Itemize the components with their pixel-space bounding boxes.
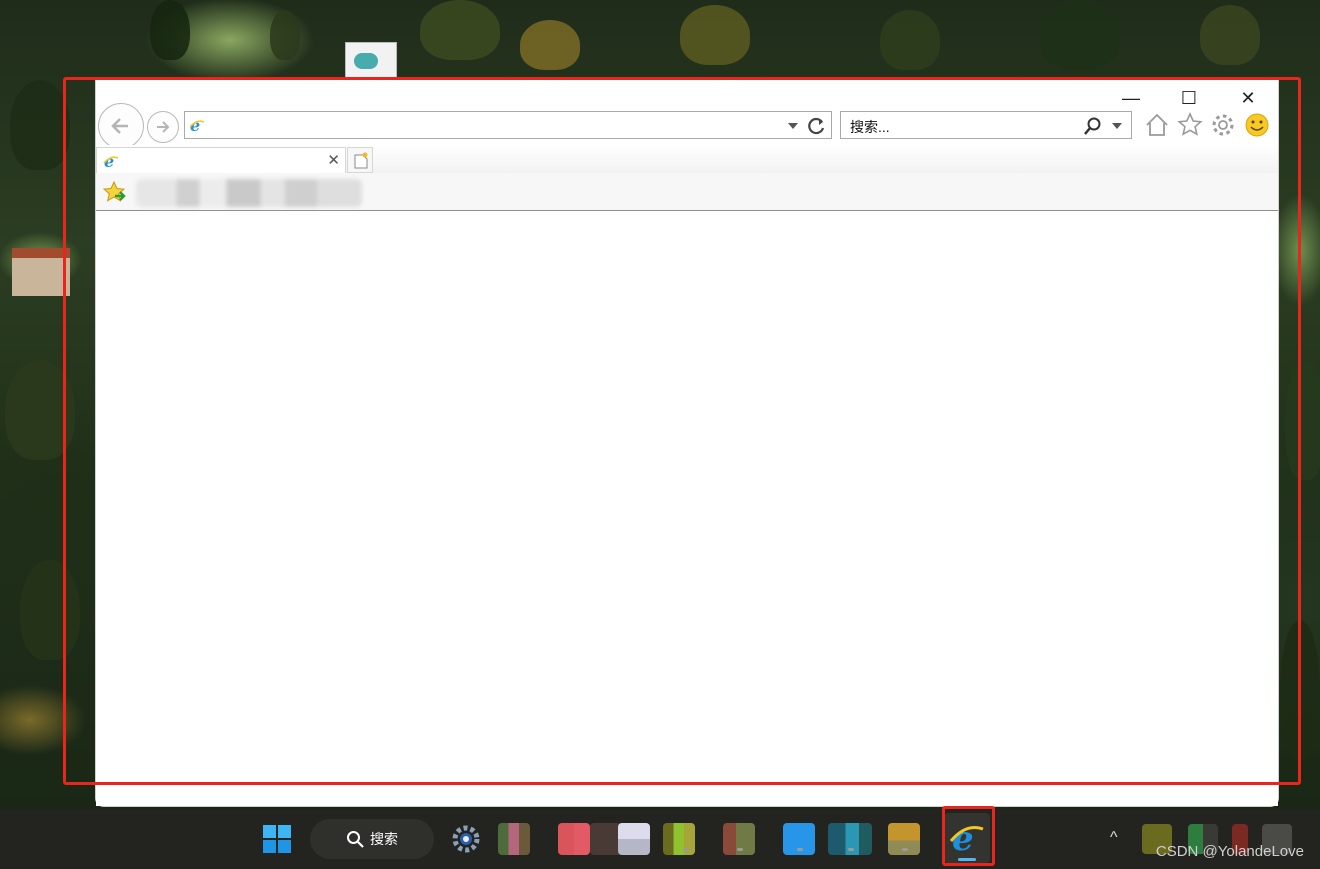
taskbar-app-8[interactable] — [828, 823, 872, 855]
taskbar-app-2[interactable] — [558, 823, 590, 855]
taskbar-search-label: 搜索 — [370, 831, 398, 847]
windows-start-icon[interactable] — [262, 824, 292, 854]
search-icon — [347, 831, 364, 848]
taskbar-app-7[interactable] — [783, 823, 815, 855]
taskbar-app-1[interactable] — [498, 823, 530, 855]
network-document-icon[interactable] — [345, 42, 397, 80]
tray-overflow-chevron[interactable]: ^ — [1110, 829, 1118, 847]
taskbar: 搜索 e ^ CSDN @YolandeLove — [0, 809, 1320, 869]
highlight-ie-taskbar-button — [942, 806, 995, 866]
highlight-browser-window — [63, 77, 1301, 785]
csdn-watermark: CSDN @YolandeLove — [1155, 843, 1304, 860]
taskbar-search-button[interactable]: 搜索 — [310, 819, 434, 859]
taskbar-app-5[interactable] — [663, 823, 695, 855]
taskbar-app-4[interactable] — [618, 823, 650, 855]
taskbar-app-6[interactable] — [723, 823, 755, 855]
taskbar-app-9[interactable] — [888, 823, 920, 855]
settings-app-icon[interactable] — [450, 823, 482, 855]
wallpaper-cabin — [12, 248, 70, 296]
